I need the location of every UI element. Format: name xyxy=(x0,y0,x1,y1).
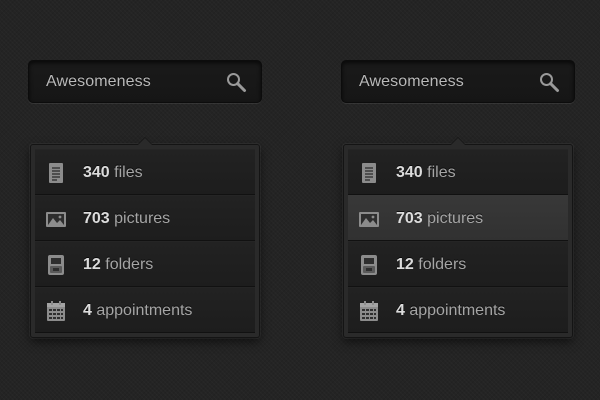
result-label: 340 files xyxy=(83,164,143,182)
result-label: 4 appointments xyxy=(83,302,192,320)
result-count: 4 xyxy=(396,302,405,319)
result-type: folders xyxy=(105,256,154,273)
result-label: 12 folders xyxy=(83,256,153,274)
result-count: 703 xyxy=(396,210,423,227)
result-row-folders[interactable]: 12 folders xyxy=(35,241,255,287)
picture-icon xyxy=(45,208,67,230)
folder-icon xyxy=(45,254,67,276)
search-field[interactable]: Awesomeness xyxy=(341,60,575,103)
results-dropdown: 340 files 703 pictures 12 folders 4 appo… xyxy=(30,137,260,338)
result-count: 340 xyxy=(83,164,110,181)
result-count: 340 xyxy=(396,164,423,181)
search-input[interactable]: Awesomeness xyxy=(359,73,464,91)
result-type: pictures xyxy=(427,210,484,227)
result-label: 340 files xyxy=(396,164,456,182)
picture-icon xyxy=(358,208,380,230)
result-label: 703 pictures xyxy=(396,210,483,228)
result-count: 4 xyxy=(83,302,92,319)
search-widget-left: Awesomeness 340 files 703 pictures 12 fo… xyxy=(28,60,262,338)
search-widget-right: Awesomeness 340 files 703 pictures 12 fo… xyxy=(341,60,575,338)
search-input[interactable]: Awesomeness xyxy=(46,73,151,91)
result-type: appointments xyxy=(96,302,193,319)
document-icon xyxy=(358,162,380,184)
result-type: appointments xyxy=(409,302,506,319)
result-row-folders[interactable]: 12 folders xyxy=(348,241,568,287)
magnifier-icon[interactable] xyxy=(225,71,247,93)
result-row-files[interactable]: 340 files xyxy=(35,149,255,195)
result-row-pictures[interactable]: 703 pictures xyxy=(348,195,568,241)
result-label: 12 folders xyxy=(396,256,466,274)
result-count: 12 xyxy=(83,256,101,273)
magnifier-icon[interactable] xyxy=(538,71,560,93)
result-row-pictures[interactable]: 703 pictures xyxy=(35,195,255,241)
result-count: 703 xyxy=(83,210,110,227)
result-row-appointments[interactable]: 4 appointments xyxy=(348,287,568,333)
results-dropdown: 340 files 703 pictures 12 folders 4 appo… xyxy=(343,137,573,338)
search-field[interactable]: Awesomeness xyxy=(28,60,262,103)
folder-icon xyxy=(358,254,380,276)
result-count: 12 xyxy=(396,256,414,273)
result-label: 703 pictures xyxy=(83,210,170,228)
result-type: pictures xyxy=(114,210,171,227)
dropdown-pointer xyxy=(137,137,153,145)
result-type: files xyxy=(427,164,456,181)
calendar-icon xyxy=(45,300,67,322)
document-icon xyxy=(45,162,67,184)
calendar-icon xyxy=(358,300,380,322)
dropdown-pointer xyxy=(450,137,466,145)
result-row-files[interactable]: 340 files xyxy=(348,149,568,195)
result-type: folders xyxy=(418,256,467,273)
result-row-appointments[interactable]: 4 appointments xyxy=(35,287,255,333)
result-type: files xyxy=(114,164,143,181)
result-label: 4 appointments xyxy=(396,302,505,320)
